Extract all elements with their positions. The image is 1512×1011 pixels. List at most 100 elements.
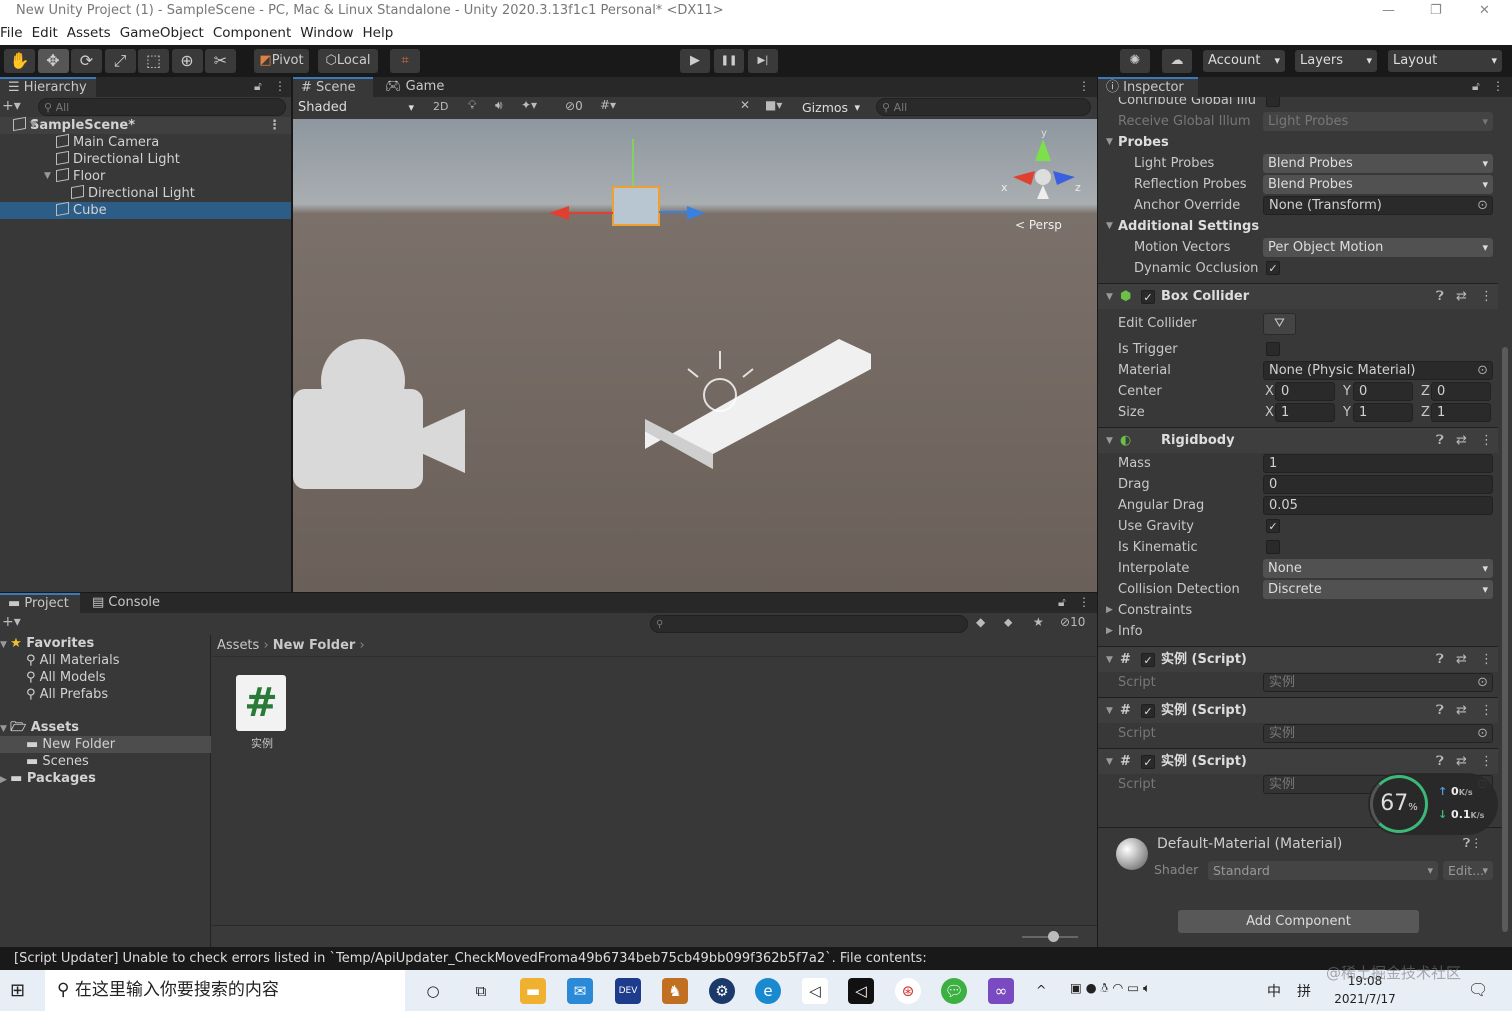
scenes-folder[interactable]: ▬ Scenes	[0, 753, 211, 770]
section-label[interactable]: Probes	[1118, 132, 1169, 153]
vector-x-field[interactable]: 1	[1275, 403, 1335, 422]
hand-tool-button[interactable]: ✋	[4, 49, 35, 73]
component-help-icon[interactable]: ❓︎	[1436, 284, 1444, 310]
tray-expand-icon[interactable]: ^	[1036, 982, 1046, 997]
expand-arrow-icon[interactable]: ▼	[30, 117, 37, 134]
windows-start-icon[interactable]: ⊞	[10, 980, 25, 1001]
component-menu-icon[interactable]: ⋮	[1480, 749, 1493, 775]
move-tool-button[interactable]: ✥	[37, 49, 69, 73]
property-field[interactable]: 0	[1263, 475, 1493, 494]
foldout-arrow-icon[interactable]: ▼	[1106, 428, 1113, 454]
create-button[interactable]: +▾	[2, 98, 21, 114]
visual-studio-icon[interactable]: ∞	[988, 978, 1014, 1004]
object-field[interactable]: None (Physic Material) ⊙	[1263, 361, 1493, 380]
object-field[interactable]: 实例 ⊙	[1263, 724, 1493, 743]
steam-icon[interactable]: ⚙	[709, 978, 735, 1004]
component-header-script[interactable]: ▼ # ✓ 实例 (Script) ❓︎ ⇄ ⋮	[1098, 697, 1498, 723]
foldout-arrow-icon[interactable]: ▼	[1106, 216, 1113, 237]
grid-snap-button[interactable]: ⌗	[390, 49, 420, 73]
expand-arrow-icon[interactable]: ▼	[44, 168, 51, 185]
rect-tool-button[interactable]: ⬚	[138, 49, 169, 73]
property-checkbox[interactable]: ✓	[1266, 261, 1280, 275]
help-icon[interactable]: ❓︎⋮	[1463, 836, 1482, 851]
taskbar-search-input[interactable]: ⚲ 在这里输入你要搜索的内容	[45, 970, 405, 1011]
component-enabled-checkbox[interactable]: ✓	[1141, 755, 1155, 769]
hidden-objects-toggle[interactable]: ⊘0	[565, 99, 583, 113]
custom-tool-button[interactable]: ✂	[205, 49, 236, 73]
edge-icon[interactable]: e	[755, 978, 781, 1004]
object-picker-icon[interactable]: ⊙	[1477, 197, 1488, 214]
slider-thumb[interactable]	[1048, 931, 1059, 942]
hidden-packages-toggle[interactable]: ⊘10	[1060, 615, 1085, 629]
tab-hierarchy[interactable]: ☰ Hierarchy	[0, 77, 96, 97]
task-view-icon[interactable]: ⧉	[468, 978, 494, 1004]
asset-file[interactable]: # 实例	[236, 675, 288, 751]
property-dropdown[interactable]: Blend Probes	[1263, 154, 1493, 173]
local-toggle[interactable]: ⬡Local	[318, 49, 378, 73]
foldout-arrow-icon[interactable]: ▶	[1106, 600, 1113, 621]
favorite-all-prefabs[interactable]: ⚲ All Prefabs	[0, 686, 211, 703]
add-component-button[interactable]: Add Component	[1178, 910, 1419, 933]
favorite-all-models[interactable]: ⚲ All Models	[0, 669, 211, 686]
foldout-label[interactable]: Info	[1118, 621, 1143, 642]
property-checkbox[interactable]	[1266, 342, 1280, 356]
component-menu-icon[interactable]: ⋮	[1480, 698, 1493, 724]
scale-tool-button[interactable]: ⤢	[104, 49, 136, 73]
hierarchy-item[interactable]: Directional Light	[0, 184, 291, 202]
audio-toggle-icon[interactable]: 🔊︎	[495, 98, 503, 113]
menu-gameobject[interactable]: GameObject	[120, 25, 204, 41]
foldout-arrow-icon[interactable]: ▼	[1106, 284, 1113, 310]
ime-mode[interactable]: 拼	[1297, 981, 1311, 1001]
presets-icon[interactable]: ⇄	[1456, 749, 1467, 775]
wechat-icon[interactable]: 💬︎	[941, 978, 967, 1004]
tab-inspector[interactable]: ⓘ Inspector	[1098, 77, 1198, 97]
transform-tool-button[interactable]: ⊕	[171, 49, 203, 73]
services-icon[interactable]: ✺	[1120, 49, 1150, 73]
object-field[interactable]: None (Transform) ⊙	[1263, 196, 1493, 215]
property-dropdown[interactable]: Light Probes	[1263, 112, 1493, 131]
restore-button[interactable]: ❐	[1430, 0, 1442, 22]
more-icon[interactable]: ⋮	[1078, 79, 1090, 93]
foldout-arrow-icon[interactable]: ▶	[1106, 621, 1113, 642]
lighting-toggle-icon[interactable]: 💡︎	[468, 98, 476, 113]
mail-icon[interactable]: ✉	[567, 978, 593, 1004]
favorites-item[interactable]: ▼ ★ Favorites	[0, 635, 211, 652]
property-dropdown[interactable]: Blend Probes	[1263, 175, 1493, 194]
unity-hub-icon[interactable]: ◁	[802, 978, 828, 1004]
menu-assets[interactable]: Assets	[67, 25, 111, 41]
vector-y-field[interactable]: 1	[1353, 403, 1413, 422]
hierarchy-item[interactable]: Directional Light	[0, 150, 291, 168]
pause-button[interactable]: ❚❚	[714, 49, 744, 73]
rotate-tool-button[interactable]: ⟳	[71, 49, 102, 73]
component-header-box-collider[interactable]: ▼ ⬢ ✓ Box Collider ❓︎ ⇄ ⋮	[1098, 283, 1498, 309]
foldout-arrow-icon[interactable]: ▼	[1106, 698, 1113, 724]
more-icon[interactable]: ⋮	[268, 117, 281, 134]
object-picker-icon[interactable]: ⊙	[1477, 674, 1488, 691]
inspector-scrollbar[interactable]	[1502, 347, 1508, 932]
cortana-icon[interactable]: ○	[420, 978, 446, 1004]
dev-app-icon[interactable]: DEV	[615, 978, 641, 1004]
property-checkbox[interactable]	[1266, 540, 1280, 554]
tools-icon[interactable]: ✕	[740, 98, 750, 112]
account-dropdown[interactable]: Account	[1203, 50, 1285, 72]
app-icon[interactable]: ⊛	[895, 978, 921, 1004]
component-menu-icon[interactable]: ⋮	[1480, 647, 1493, 673]
component-help-icon[interactable]: ❓︎	[1436, 428, 1444, 454]
component-help-icon[interactable]: ❓︎	[1436, 749, 1444, 775]
file-explorer-icon[interactable]: ▬	[520, 978, 546, 1004]
component-enabled-checkbox[interactable]: ✓	[1141, 290, 1155, 304]
2d-toggle[interactable]: 2D	[433, 100, 448, 113]
search-by-type-icon[interactable]: ◆	[976, 615, 985, 629]
step-button[interactable]: ▶|	[748, 49, 778, 73]
hierarchy-item[interactable]: Cube	[0, 201, 291, 219]
edit-collider-button[interactable]: ⛛	[1263, 313, 1296, 335]
lock-icon[interactable]: 🔓︎	[1472, 79, 1480, 94]
shading-mode-dropdown[interactable]: Shaded	[293, 98, 419, 117]
minimize-button[interactable]: —	[1382, 0, 1395, 22]
component-menu-icon[interactable]: ⋮	[1480, 284, 1493, 310]
new-folder-item[interactable]: ▬ New Folder	[0, 736, 211, 753]
tray-app-icons[interactable]: ▣ ● 🐧︎ ◠ ▭ 🔈︎	[1070, 980, 1151, 997]
object-picker-icon[interactable]: ⊙	[1477, 725, 1488, 742]
shader-dropdown[interactable]: Standard	[1208, 861, 1438, 880]
property-dropdown[interactable]: Discrete	[1263, 580, 1493, 599]
